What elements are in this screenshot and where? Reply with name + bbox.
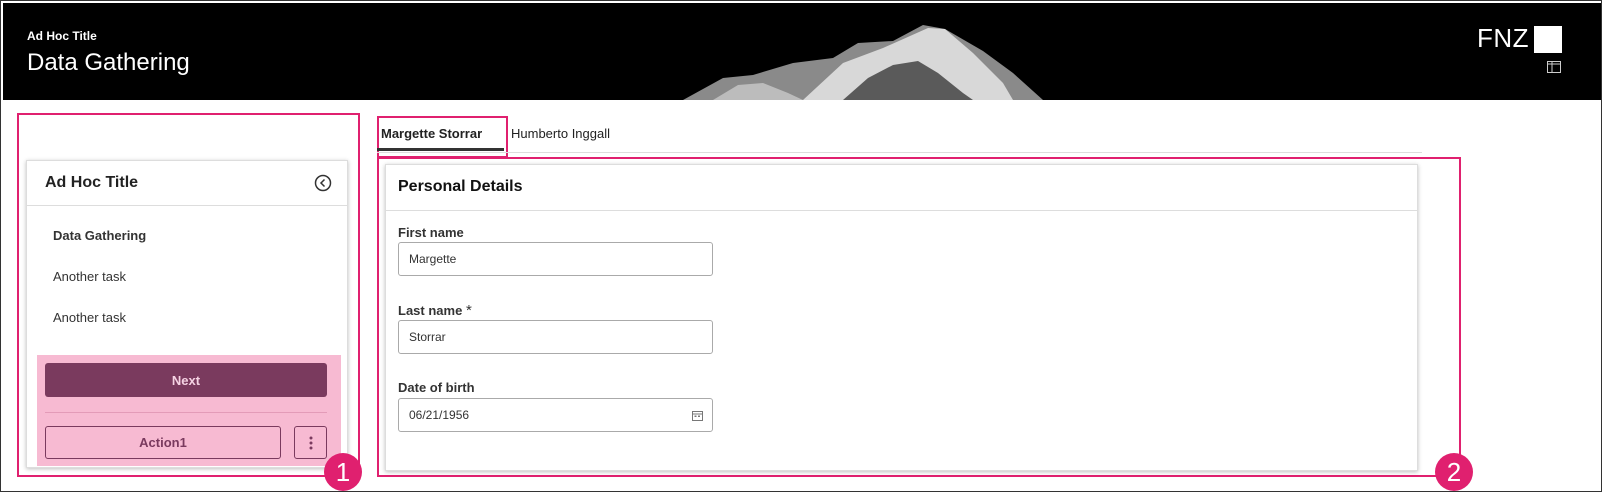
header-subtitle: Ad Hoc Title	[27, 29, 97, 43]
more-actions-button[interactable]	[294, 426, 327, 459]
section-divider	[386, 210, 1417, 211]
action1-button[interactable]: Action1	[45, 426, 281, 459]
last-name-field[interactable]: Storrar	[398, 320, 713, 354]
task-item-another-2[interactable]: Another task	[53, 310, 126, 325]
dob-label: Date of birth	[398, 380, 475, 395]
chevron-left-circle-icon[interactable]	[314, 174, 332, 192]
mountain-banner-image	[683, 25, 1043, 100]
task-item-another-1[interactable]: Another task	[53, 269, 126, 284]
required-marker: *	[465, 302, 472, 319]
card-title: Ad Hoc Title	[45, 174, 139, 191]
task-item-data-gathering[interactable]: Data Gathering	[53, 228, 146, 243]
dob-field[interactable]: 06/21/1956	[398, 398, 713, 432]
last-name-label-text: Last name	[398, 303, 463, 318]
active-tab-indicator	[377, 148, 504, 151]
tab-margette-storrar[interactable]: Margette Storrar	[381, 126, 482, 160]
layout-toggle-icon[interactable]	[1547, 61, 1561, 73]
brand-logo-box	[1534, 26, 1562, 53]
last-name-label: Last name *	[398, 302, 472, 319]
page-title: Data Gathering	[27, 49, 190, 76]
action-divider	[45, 412, 327, 413]
more-vertical-icon	[309, 436, 312, 449]
section-title: Personal Details	[398, 178, 523, 195]
first-name-label: First name	[398, 225, 464, 240]
annotation-badge-2: 2	[1435, 453, 1473, 491]
first-name-field[interactable]: Margette	[398, 242, 713, 276]
tabs-divider	[377, 152, 1422, 153]
card-divider	[27, 205, 347, 206]
annotation-badge-1: 1	[324, 453, 362, 491]
tab-humberto-inggall[interactable]: Humberto Inggall	[511, 126, 610, 160]
calendar-icon[interactable]	[692, 411, 703, 421]
brand-logo: FNZ	[1477, 23, 1530, 53]
dob-value: 06/21/1956	[409, 408, 470, 422]
next-button[interactable]: Next	[45, 363, 327, 397]
app-header: Ad Hoc Title Data Gathering FNZ	[3, 3, 1601, 100]
